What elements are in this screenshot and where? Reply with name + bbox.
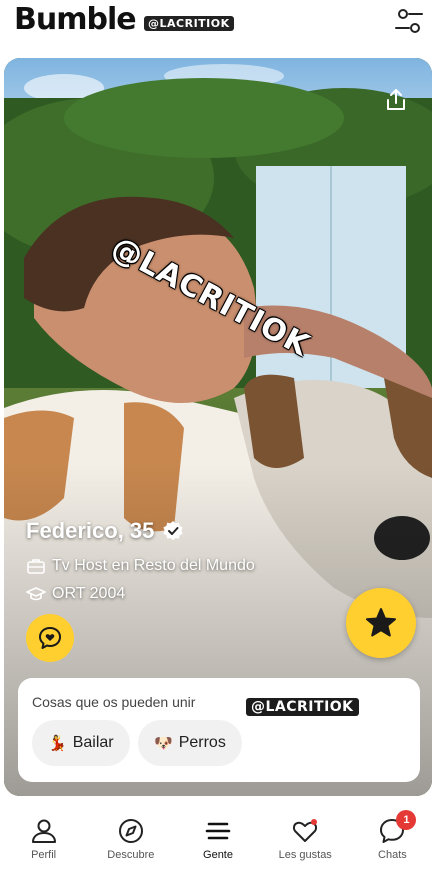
- briefcase-icon: [27, 559, 45, 574]
- nav-item-discover[interactable]: Descubre: [87, 808, 174, 872]
- app-header: Bumble @LACRITIOK: [0, 0, 436, 52]
- profile-education-row: ORT 2004: [26, 584, 125, 604]
- compass-icon: [118, 819, 143, 843]
- stack-icon: [205, 822, 231, 840]
- profile-name-row: Federico, 35: [26, 518, 184, 544]
- common-interests-box: Cosas que os pueden unir @LACRITIOK 💃 Ba…: [18, 678, 420, 782]
- nav-item-chats[interactable]: 1 Chats: [349, 808, 436, 872]
- sliders-icon: [395, 9, 423, 33]
- share-icon: [387, 89, 405, 110]
- nav-item-profile[interactable]: Perfil: [0, 808, 87, 872]
- common-interests-title: Cosas que os pueden unir: [32, 694, 196, 710]
- profile-education: ORT 2004: [52, 585, 126, 602]
- interest-chip-label: Perros: [178, 734, 226, 751]
- verified-badge-icon: [163, 521, 183, 541]
- share-button[interactable]: [382, 86, 410, 114]
- watermark-header: @LACRITIOK: [144, 16, 234, 31]
- filters-button[interactable]: [392, 4, 426, 38]
- compliment-button[interactable]: [26, 614, 74, 662]
- nav-item-people[interactable]: Gente: [174, 808, 261, 872]
- chat-heart-icon: [39, 627, 61, 649]
- bottom-nav: Perfil Descubre Gente Les gustas 1 Chats: [0, 808, 436, 872]
- watermark-common-box: @LACRITIOK: [246, 698, 359, 716]
- profile-name-age: Federico, 35: [26, 518, 155, 543]
- nav-item-likes[interactable]: Les gustas: [262, 808, 349, 872]
- heart-icon: [293, 819, 318, 842]
- dog-icon: 🐶: [154, 735, 173, 752]
- interest-chip-dogs[interactable]: 🐶 Perros: [138, 720, 242, 766]
- bumble-logo: Bumble: [14, 2, 137, 37]
- person-icon: [31, 819, 56, 843]
- nav-label: Descubre: [107, 849, 155, 861]
- superswipe-button[interactable]: [346, 588, 416, 658]
- profile-card[interactable]: @LACRITIOK Federico, 35 Tv Host en Resto…: [4, 58, 432, 796]
- star-icon: [366, 608, 396, 637]
- profile-job: Tv Host en Resto del Mundo: [52, 557, 255, 574]
- chats-count-badge: 1: [396, 810, 417, 830]
- dancer-icon: 💃: [48, 735, 67, 752]
- nav-label: Gente: [203, 849, 233, 861]
- nav-label: Perfil: [31, 849, 57, 861]
- nav-label: Chats: [378, 849, 407, 861]
- interest-chip-dancing[interactable]: 💃 Bailar: [32, 720, 130, 766]
- nav-label: Les gustas: [278, 849, 332, 861]
- graduation-cap-icon: [26, 587, 46, 601]
- interest-chip-label: Bailar: [72, 734, 114, 751]
- profile-job-row: Tv Host en Resto del Mundo: [26, 556, 255, 576]
